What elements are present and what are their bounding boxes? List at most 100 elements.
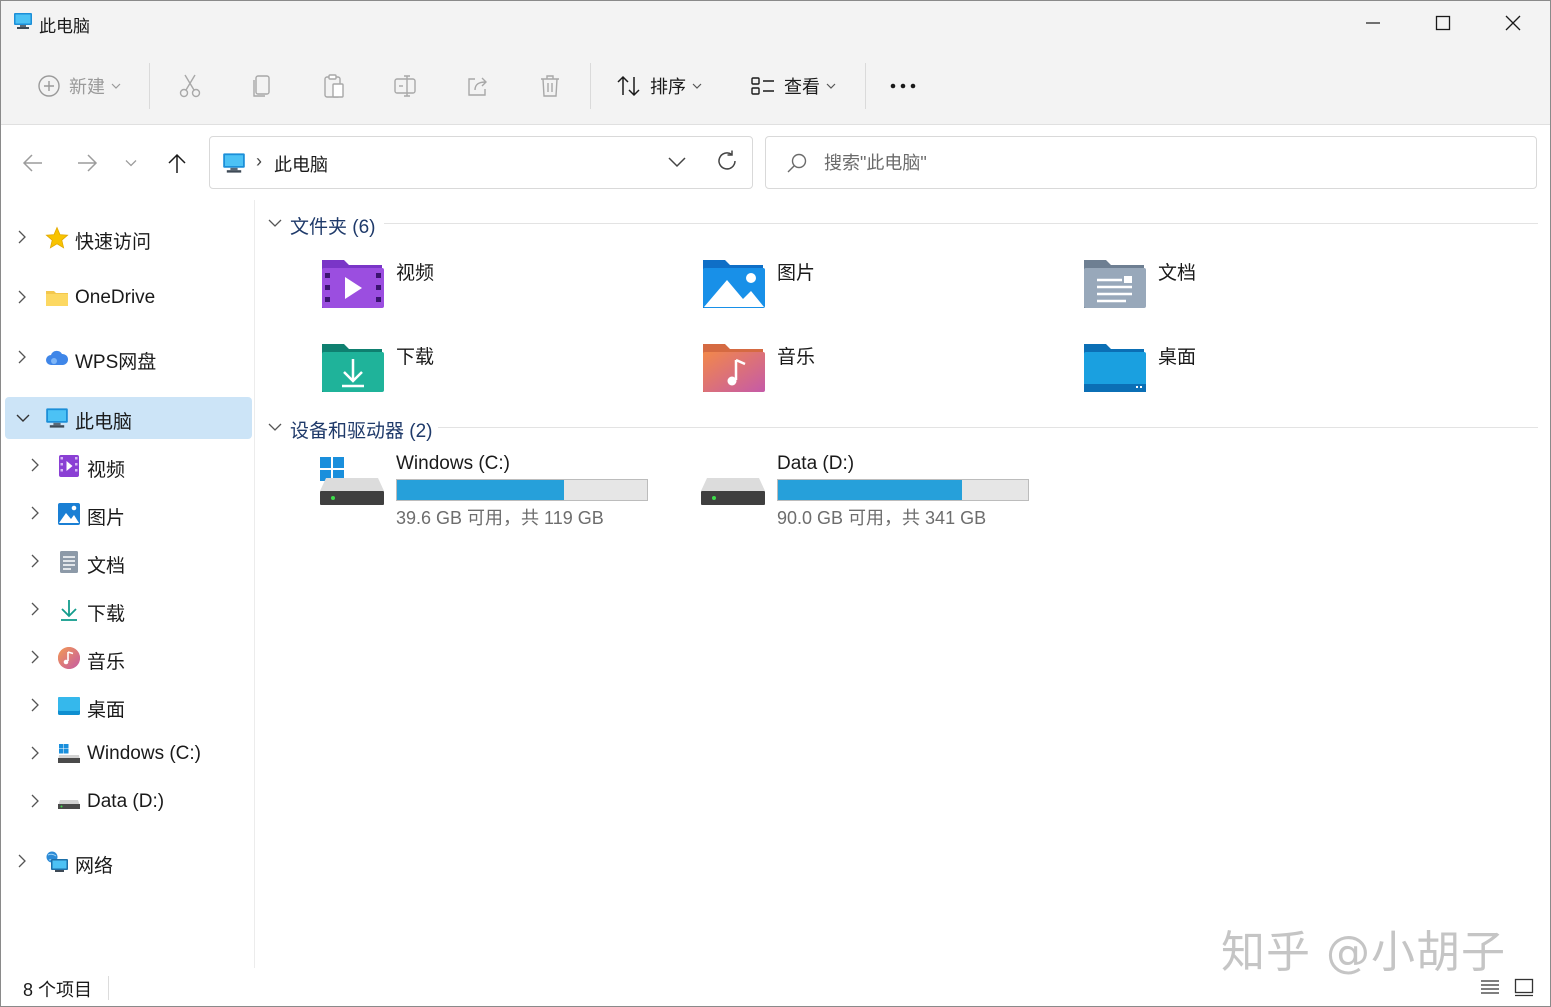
search-box[interactable] xyxy=(765,136,1537,189)
maximize-button[interactable] xyxy=(1408,1,1478,45)
sidebar-item-label: 桌面 xyxy=(87,700,126,721)
folder-label: 下载 xyxy=(396,347,435,368)
sidebar-item-label: 网络 xyxy=(75,856,114,877)
recent-locations-button[interactable] xyxy=(113,147,149,179)
chevron-down-icon[interactable] xyxy=(268,218,282,228)
chevron-right-icon[interactable] xyxy=(30,746,40,760)
sidebar-item-onedrive[interactable]: OneDrive xyxy=(5,277,252,319)
sidebar-item-drive-c[interactable]: Windows (C:) xyxy=(5,733,252,775)
drive-icon xyxy=(701,478,765,505)
chevron-down-icon[interactable] xyxy=(268,422,282,432)
new-button[interactable]: 新建 xyxy=(29,65,129,107)
chevron-right-icon[interactable] xyxy=(30,506,40,520)
drive-name: Windows (C:) xyxy=(396,453,511,474)
watermark: 知乎 @小胡子 xyxy=(1221,927,1506,978)
minimize-button[interactable] xyxy=(1338,1,1408,45)
drive-name: Data (D:) xyxy=(777,453,855,474)
rename-button[interactable] xyxy=(387,65,425,107)
sidebar-item-pictures[interactable]: 图片 xyxy=(5,493,252,535)
computer-icon xyxy=(14,13,32,29)
refresh-button[interactable] xyxy=(715,149,739,178)
address-bar[interactable]: › 此电脑 xyxy=(209,136,753,189)
chevron-right-icon[interactable] xyxy=(17,350,27,364)
folder-documents[interactable]: 文档 xyxy=(1082,256,1442,320)
back-button[interactable] xyxy=(15,147,51,179)
search-input[interactable] xyxy=(824,145,1514,181)
pictures-icon xyxy=(58,503,80,525)
chevron-right-icon[interactable] xyxy=(17,290,27,304)
address-history-button[interactable] xyxy=(666,151,688,178)
windows-drive-icon xyxy=(58,744,80,763)
chevron-down-icon xyxy=(826,83,836,89)
sidebar-item-music[interactable]: 音乐 xyxy=(5,637,252,679)
chevron-right-icon[interactable] xyxy=(30,650,40,664)
share-button[interactable] xyxy=(459,65,497,107)
chevron-right-icon[interactable] xyxy=(30,602,40,616)
computer-icon xyxy=(46,408,68,428)
sidebar-item-desktop[interactable]: 桌面 xyxy=(5,685,252,727)
forward-button[interactable] xyxy=(69,147,105,179)
paste-button[interactable] xyxy=(315,65,353,107)
sidebar-item-network[interactable]: 网络 xyxy=(5,841,252,883)
sort-button[interactable]: 排序 xyxy=(609,65,709,107)
folder-videos[interactable]: 视频 xyxy=(320,256,680,320)
chevron-right-icon[interactable] xyxy=(30,458,40,472)
drive-usage-fill xyxy=(778,480,962,500)
sidebar-item-drive-d[interactable]: Data (D:) xyxy=(5,781,252,823)
toolbar-divider xyxy=(149,63,150,109)
search-icon xyxy=(787,153,807,173)
sidebar-item-label: 视频 xyxy=(87,460,126,481)
arrow-left-icon xyxy=(22,154,42,172)
desktop-icon xyxy=(58,697,80,715)
status-divider xyxy=(108,976,109,1000)
folder-desktop[interactable]: 桌面 xyxy=(1082,340,1442,404)
sidebar-item-documents[interactable]: 文档 xyxy=(5,541,252,583)
folder-music[interactable]: 音乐 xyxy=(701,340,1061,404)
folder-downloads[interactable]: 下载 xyxy=(320,340,680,404)
cut-button[interactable] xyxy=(171,65,209,107)
view-button[interactable]: 查看 xyxy=(743,65,843,107)
documents-icon xyxy=(60,551,78,573)
drive-usage-bar xyxy=(396,479,648,501)
drive-c-tile[interactable]: Windows (C:) 39.6 GB 可用，共 119 GB xyxy=(320,453,680,533)
rename-icon xyxy=(394,75,416,97)
breadcrumb-this-pc[interactable]: 此电脑 xyxy=(274,151,328,177)
toolbar-divider xyxy=(590,63,591,109)
sidebar-item-downloads[interactable]: 下载 xyxy=(5,589,252,631)
sidebar-item-videos[interactable]: 视频 xyxy=(5,445,252,487)
window-title: 此电脑 xyxy=(39,17,90,36)
close-button[interactable] xyxy=(1478,1,1548,45)
sidebar-item-label: 音乐 xyxy=(87,652,126,673)
navigation-pane: 快速访问 OneDrive WPS网盘 此电脑 视频 图片 文档 下载 音乐 桌… xyxy=(1,200,255,968)
copy-button[interactable] xyxy=(243,65,281,107)
sidebar-item-label: 文档 xyxy=(87,556,126,577)
drive-usage-bar xyxy=(777,479,1029,501)
tiles-view-icon[interactable] xyxy=(1513,976,1535,998)
drive-d-tile[interactable]: Data (D:) 90.0 GB 可用，共 341 GB xyxy=(701,453,1061,533)
network-icon xyxy=(46,851,68,872)
chevron-right-icon[interactable] xyxy=(30,698,40,712)
folder-pictures[interactable]: 图片 xyxy=(701,256,1061,320)
more-options-button[interactable] xyxy=(881,65,925,107)
chevron-down-icon[interactable] xyxy=(16,413,30,423)
sidebar-item-label: WPS网盘 xyxy=(75,352,157,373)
sidebar-item-label: Windows (C:) xyxy=(87,743,202,764)
chevron-right-icon[interactable] xyxy=(17,230,27,244)
chevron-right-icon[interactable] xyxy=(30,554,40,568)
windows-drive-icon xyxy=(320,457,384,505)
folder-label: 桌面 xyxy=(1158,347,1197,368)
group-divider xyxy=(438,427,1538,428)
documents-folder-icon xyxy=(1084,260,1146,308)
sidebar-item-this-pc[interactable]: 此电脑 xyxy=(5,397,252,439)
up-button[interactable] xyxy=(159,147,195,179)
delete-button[interactable] xyxy=(531,65,569,107)
chevron-down-icon xyxy=(111,83,121,89)
chevron-right-icon[interactable] xyxy=(17,854,27,868)
group-header-folders[interactable]: 文件夹 (6) xyxy=(268,210,1538,238)
group-header-drives[interactable]: 设备和驱动器 (2) xyxy=(268,414,1538,442)
sidebar-item-quick-access[interactable]: 快速访问 xyxy=(5,217,252,259)
arrow-up-icon xyxy=(168,153,186,173)
sort-icon xyxy=(617,75,640,97)
chevron-right-icon[interactable] xyxy=(30,794,40,808)
sidebar-item-wps-cloud[interactable]: WPS网盘 xyxy=(5,337,252,379)
